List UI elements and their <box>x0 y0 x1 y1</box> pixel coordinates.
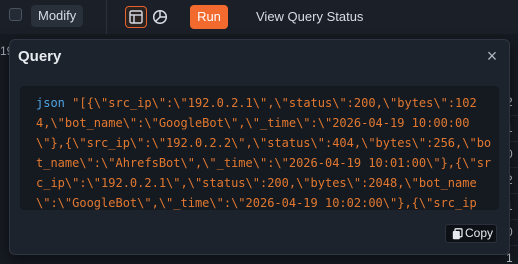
code-language-label: json <box>36 96 65 110</box>
table-icon <box>129 10 143 24</box>
chart-icon <box>152 9 168 25</box>
toolbar-divider <box>106 0 107 34</box>
code-line: \"},{\"src_ip\":\"192.0.2.2\",\"status\"… <box>36 136 492 150</box>
code-line: c_ip\":\"192.0.2.1\",\"status\":200,\"by… <box>36 176 477 190</box>
table-view-button[interactable] <box>125 6 147 28</box>
code-line: "[{\"src_ip\":\"192.0.2.1\",\"status\":2… <box>72 96 477 110</box>
query-code-block: json "[{\"src_ip\":\"192.0.2.1\",\"statu… <box>20 86 499 210</box>
copy-button[interactable]: Copy <box>445 224 497 243</box>
code-line: \":\"GoogleBot\",\"_time\":\"2026-04-19 … <box>36 196 477 210</box>
code-line: 4,\"bot_name\":\"GoogleBot\",\"_time\":\… <box>36 116 470 130</box>
close-icon[interactable]: × <box>484 47 500 65</box>
code-line: t_name\":\"AhrefsBot\",\"_time\":\"2026-… <box>36 156 492 170</box>
select-checkbox[interactable] <box>9 8 22 21</box>
query-modal: Query × json "[{\"src_ip\":\"192.0.2.1\"… <box>9 39 510 255</box>
modal-title: Query <box>18 48 62 65</box>
modify-button[interactable]: Modify <box>31 5 84 27</box>
copy-label: Copy <box>465 226 494 240</box>
view-query-status-link[interactable]: View Query Status <box>256 9 363 24</box>
chart-view-button[interactable] <box>149 6 171 28</box>
app-window: Modify Run View Query Status 19 2 1 0 2 … <box>0 0 518 264</box>
query-code-text: json "[{\"src_ip\":\"192.0.2.1\",\"statu… <box>36 93 499 210</box>
copy-icon <box>452 228 463 240</box>
query-toolbar: Modify Run View Query Status <box>0 0 518 34</box>
run-button[interactable]: Run <box>190 5 228 29</box>
